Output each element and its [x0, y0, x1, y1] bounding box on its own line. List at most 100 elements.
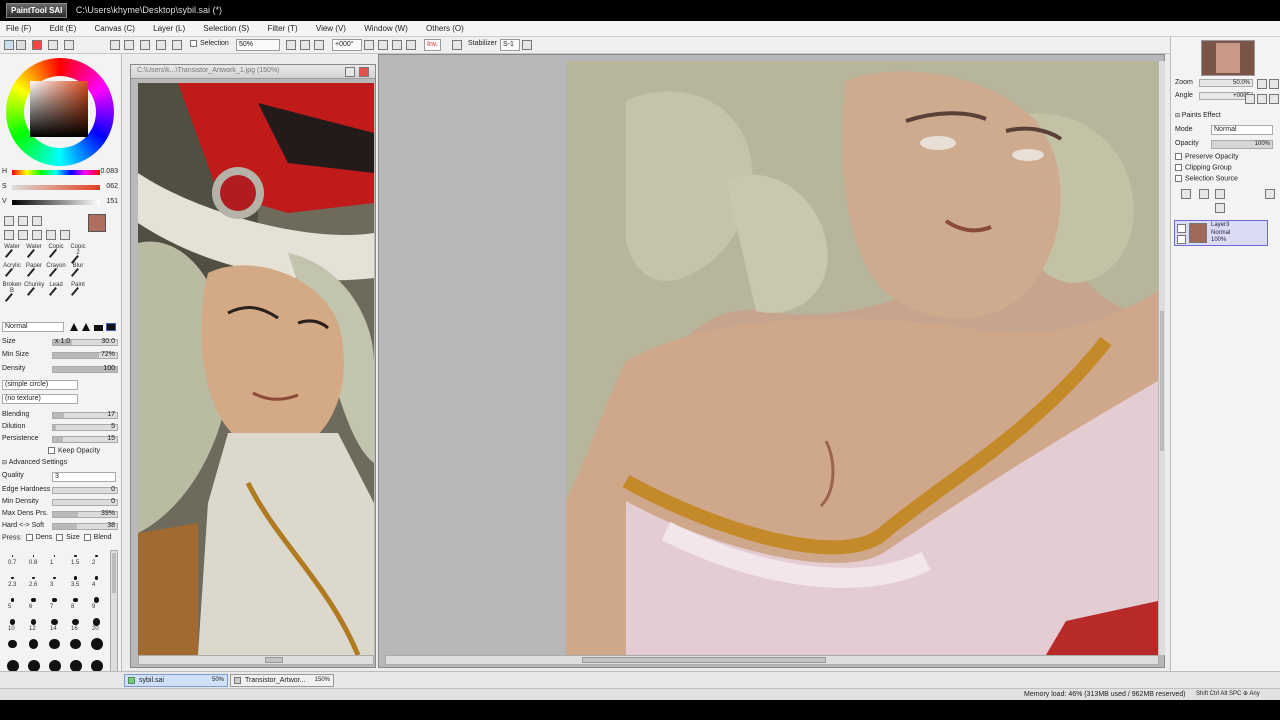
- brush-size-preset[interactable]: [86, 634, 107, 656]
- zoom-reset-icon[interactable]: [314, 40, 324, 50]
- brush-size-preset[interactable]: [23, 634, 44, 656]
- reference-artwork[interactable]: [138, 83, 374, 655]
- tool-broken-b[interactable]: Broken B: [2, 282, 22, 308]
- press-dens-checkbox[interactable]: Dens: [24, 534, 52, 541]
- brush-size-preset[interactable]: [65, 634, 86, 656]
- hard-soft-slider[interactable]: 38: [52, 522, 118, 530]
- scrollbar-thumb[interactable]: [265, 657, 283, 663]
- tool-water-2[interactable]: Water: [24, 244, 44, 264]
- brush-texture-select[interactable]: (no texture): [2, 394, 78, 404]
- brush-size-preset[interactable]: 6: [23, 590, 44, 612]
- brush-size-preset[interactable]: 3.5: [65, 568, 86, 590]
- clear-icon[interactable]: [172, 40, 182, 50]
- hsv-slider-toggle-icon[interactable]: [32, 40, 42, 50]
- main-artwork[interactable]: [566, 61, 1158, 655]
- zoom-tool-icon[interactable]: [18, 230, 28, 240]
- stabilizer-arrow-icon[interactable]: [522, 40, 532, 50]
- brush-size-preset[interactable]: 7: [44, 590, 65, 612]
- brush-size-preset[interactable]: 12: [23, 612, 44, 634]
- brush-size-preset[interactable]: 0.7: [2, 546, 23, 568]
- brush-size-preset[interactable]: 10: [2, 612, 23, 634]
- paints-effect-toggle[interactable]: ⊟ Paints Effect: [1175, 112, 1221, 119]
- canvas-icon[interactable]: [110, 40, 120, 50]
- preserve-opacity-checkbox[interactable]: Preserve Opacity: [1175, 153, 1239, 160]
- eyedropper-icon[interactable]: [60, 230, 70, 240]
- tool-blur[interactable]: Blur: [68, 263, 88, 283]
- new-layer-icon[interactable]: [1181, 189, 1191, 199]
- brush-size-preset[interactable]: 1.5: [65, 546, 86, 568]
- menu-window[interactable]: Window (W): [364, 24, 408, 33]
- menu-view[interactable]: View (V): [316, 24, 346, 33]
- color-wheel-toggle-icon[interactable]: [4, 40, 14, 50]
- saturation-bar[interactable]: [12, 185, 100, 190]
- layer-opacity-slider[interactable]: 100%: [1211, 140, 1273, 149]
- tool-crayon[interactable]: Crayon: [46, 263, 66, 283]
- tool-acrylic[interactable]: Acrylic: [2, 263, 22, 283]
- menu-selection[interactable]: Selection (S): [203, 24, 249, 33]
- brush-size-preset[interactable]: 20: [86, 612, 107, 634]
- saturation-value-square[interactable]: [30, 81, 88, 137]
- press-blend-checkbox[interactable]: Blend: [82, 534, 112, 541]
- nav-rotate-reset-icon[interactable]: [1269, 94, 1279, 104]
- quality-select[interactable]: 3: [52, 472, 116, 482]
- selection-checkbox[interactable]: Selection: [188, 39, 231, 51]
- rgb-slider-toggle-icon[interactable]: [16, 40, 26, 50]
- brush-size-preset[interactable]: 8: [65, 590, 86, 612]
- density-slider[interactable]: 100: [52, 365, 118, 373]
- rotate-reset-icon[interactable]: [392, 40, 402, 50]
- nav-zoom-in-icon[interactable]: [1269, 79, 1279, 89]
- tool-paper[interactable]: Paper: [24, 263, 44, 283]
- scrollbar-thumb[interactable]: [582, 657, 826, 663]
- tool-lead[interactable]: Lead: [46, 282, 66, 302]
- hue-bar[interactable]: [12, 170, 100, 175]
- navigator-thumbnail[interactable]: [1201, 40, 1255, 76]
- saturation-slider-row[interactable]: S 062: [2, 183, 120, 192]
- min-size-slider[interactable]: 72%: [52, 351, 118, 359]
- size-slider[interactable]: x 1.0 30.0: [52, 338, 118, 346]
- new-linework-layer-icon[interactable]: [1199, 189, 1209, 199]
- invert-button[interactable]: Inv.: [424, 39, 441, 51]
- select-rect-icon[interactable]: [4, 216, 14, 226]
- brush-size-preset[interactable]: 16: [65, 612, 86, 634]
- rotate-right-icon[interactable]: [378, 40, 388, 50]
- clipping-group-checkbox[interactable]: Clipping Group: [1175, 164, 1232, 171]
- current-color-swatch[interactable]: [88, 214, 106, 232]
- hand-icon[interactable]: [46, 230, 56, 240]
- brush-size-preset[interactable]: 2.3: [2, 568, 23, 590]
- persistence-slider[interactable]: 15: [52, 435, 118, 443]
- tool-paint[interactable]: Paint: [68, 282, 88, 302]
- antialias-icon[interactable]: [452, 40, 462, 50]
- angle-select[interactable]: +000°: [332, 39, 362, 51]
- zoom-out-icon[interactable]: [286, 40, 296, 50]
- redo-icon[interactable]: [156, 40, 166, 50]
- deselect-icon[interactable]: [124, 40, 134, 50]
- undo-icon[interactable]: [140, 40, 150, 50]
- main-hscroll[interactable]: [385, 655, 1159, 665]
- menu-layer[interactable]: Layer (L): [153, 24, 185, 33]
- brush-size-preset[interactable]: 2: [86, 546, 107, 568]
- zoom-in-icon[interactable]: [300, 40, 310, 50]
- tab-sybil[interactable]: sybil.sai 50%: [124, 674, 228, 687]
- brush-size-preset[interactable]: 1: [44, 546, 65, 568]
- rotate-tool-icon[interactable]: [32, 230, 42, 240]
- tool-copic-2[interactable]: Copic 2: [68, 244, 88, 270]
- brush-size-preset[interactable]: [2, 634, 23, 656]
- nav-zoom-out-icon[interactable]: [1257, 79, 1267, 89]
- tool-copic[interactable]: Copic: [46, 244, 66, 264]
- close-icon[interactable]: [359, 67, 369, 77]
- swatches-toggle-icon[interactable]: [48, 40, 58, 50]
- edge-hardness-slider[interactable]: 0: [52, 486, 118, 494]
- tab-transistor-artwork[interactable]: Transistor_Artwor... 150%: [230, 674, 334, 687]
- brush-shape-select[interactable]: (simple circle): [2, 380, 78, 390]
- new-folder-icon[interactable]: [1215, 189, 1225, 199]
- flip-icon[interactable]: [406, 40, 416, 50]
- dilution-slider[interactable]: 5: [52, 423, 118, 431]
- merge-down-icon[interactable]: [1215, 203, 1225, 213]
- navigator-zoom-value[interactable]: 50.0%: [1199, 79, 1253, 87]
- menu-edit[interactable]: Edit (E): [50, 24, 77, 33]
- magic-wand-icon[interactable]: [32, 216, 42, 226]
- menu-others[interactable]: Others (O): [426, 24, 464, 33]
- minimize-icon[interactable]: [345, 67, 355, 77]
- brush-size-preset[interactable]: 14: [44, 612, 65, 634]
- brush-size-preset[interactable]: 0.8: [23, 546, 44, 568]
